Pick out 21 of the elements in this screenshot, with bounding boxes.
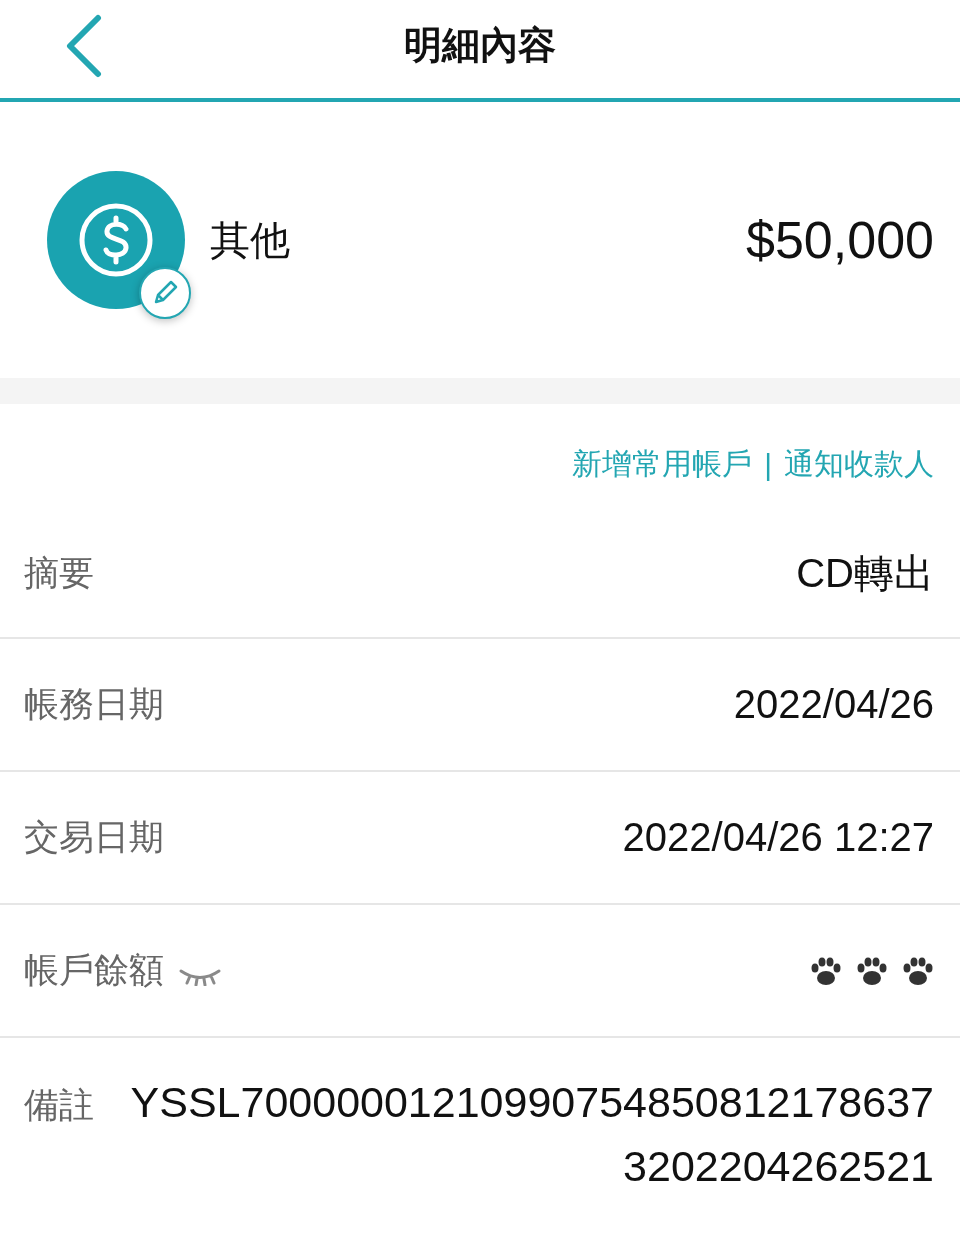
amount-value: $50,000 — [746, 210, 934, 270]
field-label: 交易日期 — [24, 816, 164, 858]
field-value: YSSL700000012109907548508121786373202204262521 — [129, 1077, 934, 1192]
edit-icon[interactable] — [139, 267, 191, 319]
page-title: 明細內容 — [404, 22, 556, 68]
field-label: 摘要 — [24, 551, 94, 594]
field-label: 備註 — [24, 1084, 94, 1126]
field-value: 2022/04/26 12:27 — [622, 815, 934, 860]
field-label: 帳戶餘額 — [24, 949, 164, 991]
field-value: 2022/04/26 — [733, 682, 934, 727]
paw-icon — [902, 955, 934, 986]
paw-icon — [856, 955, 888, 986]
dollar-icon — [77, 201, 155, 279]
separator-text: | — [764, 447, 772, 482]
field-label: 帳務日期 — [24, 683, 164, 725]
action-link[interactable]: 通知收款人 — [784, 444, 934, 485]
action-link[interactable]: 新增常用帳戶 — [572, 444, 753, 485]
paw-icon — [810, 955, 842, 986]
field-value: CD轉出 — [796, 549, 934, 597]
category-label: 其他 — [210, 216, 291, 264]
back-icon[interactable] — [64, 14, 104, 78]
